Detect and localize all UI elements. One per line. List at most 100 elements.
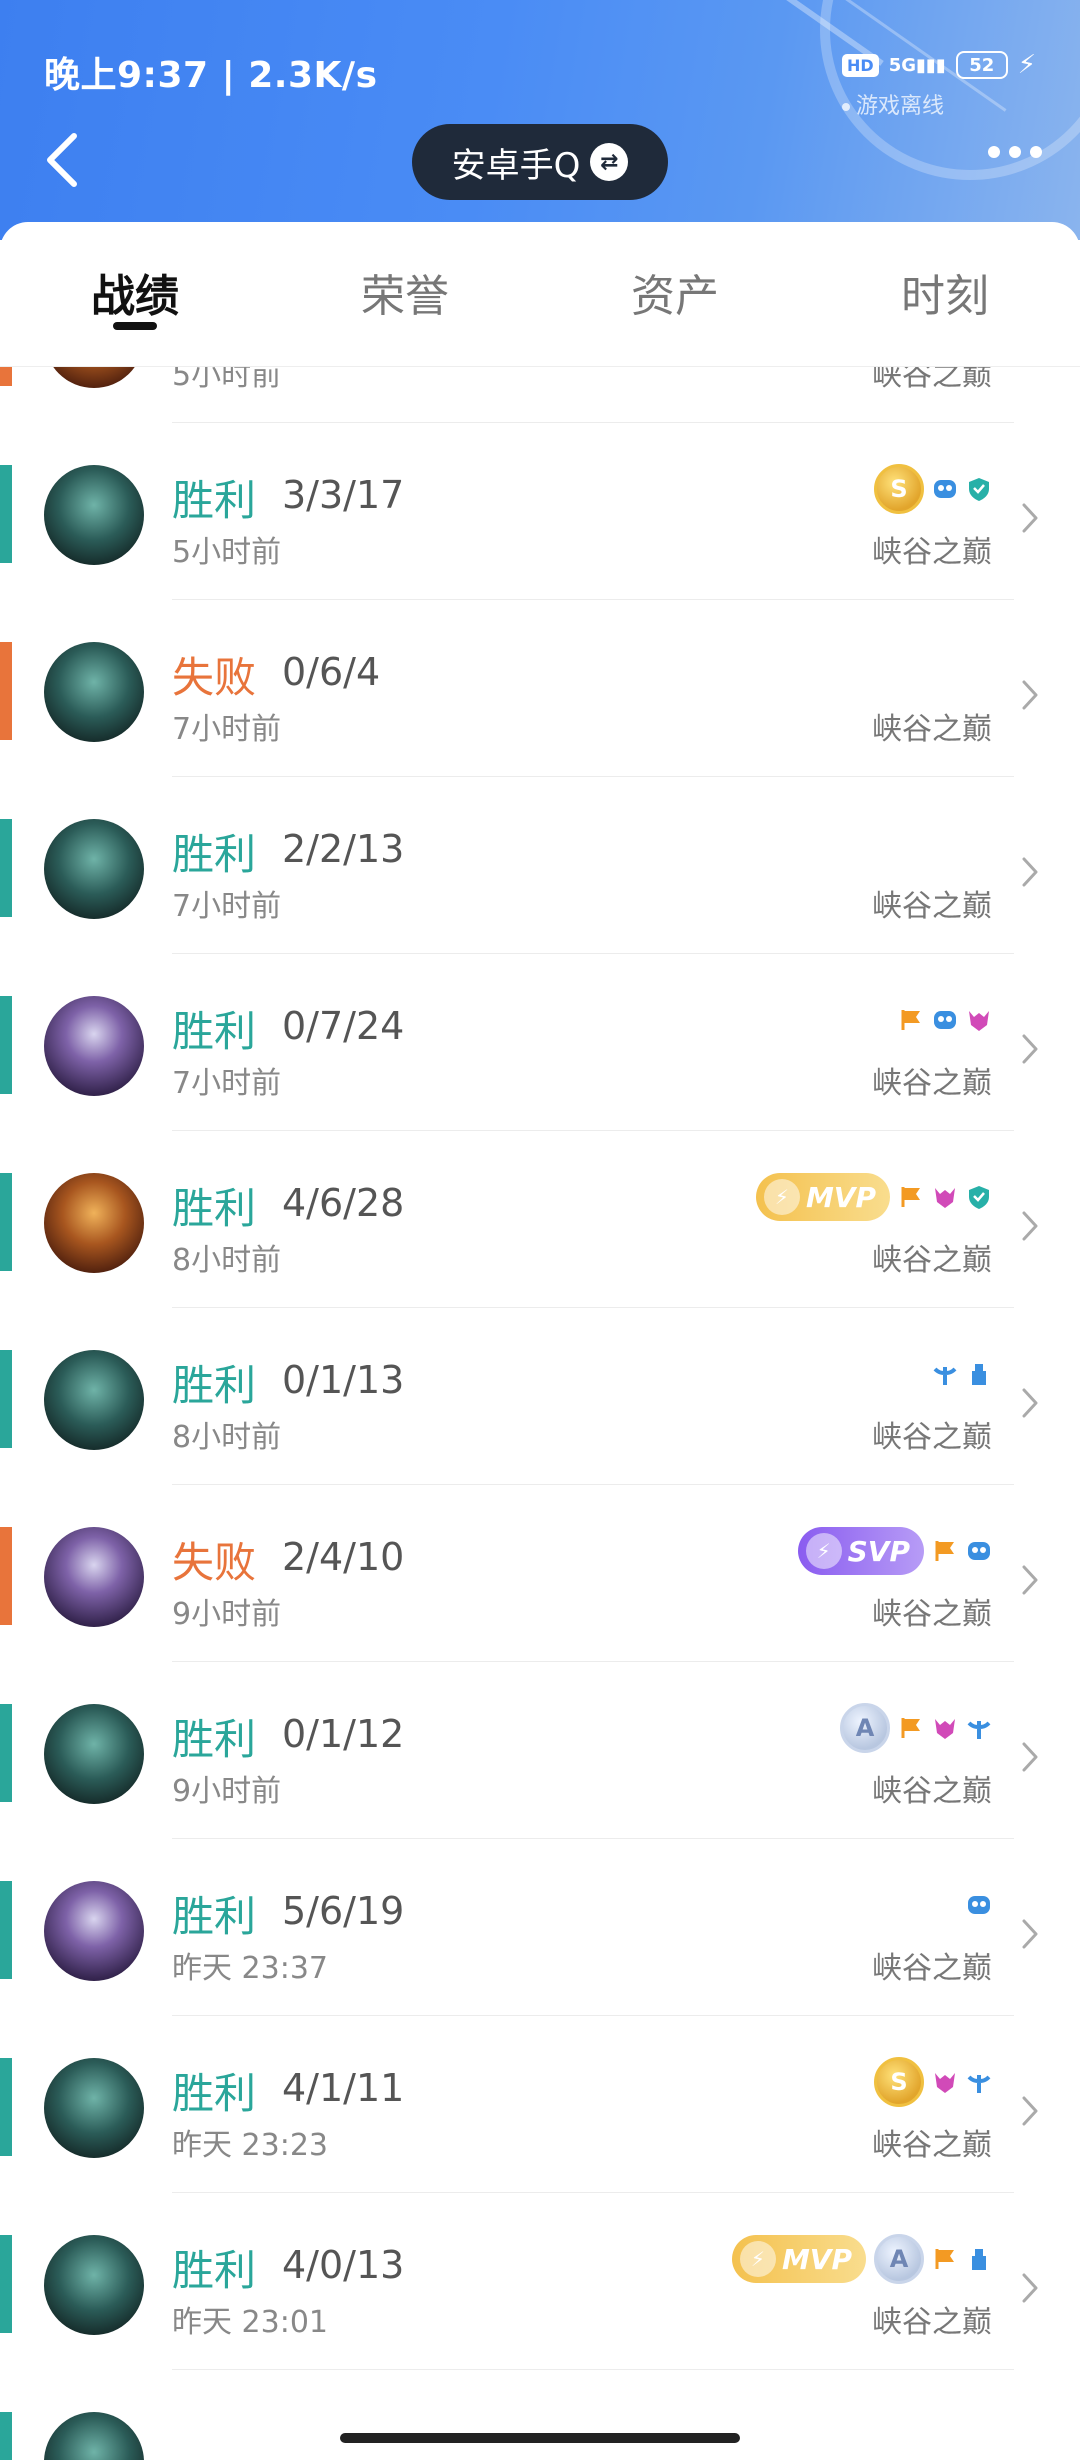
chevron-right-icon <box>1022 2096 1038 2126</box>
chevron-right-icon <box>1022 857 1038 887</box>
hero-avatar <box>44 1527 144 1627</box>
match-badges: ⚡ MVP A <box>731 2229 992 2289</box>
top-header: 晚上9:37 | 2.3K/s HD 5G▮▮▮ 52 ⚡ 游戏离线 安卓手Q … <box>0 0 1080 240</box>
match-time: 昨天 23:01 <box>172 2305 328 2340</box>
account-label: 安卓手Q <box>451 145 581 186</box>
home-indicator[interactable] <box>340 2433 740 2443</box>
match-result: 胜利 <box>172 1007 257 1056</box>
bird-blue-icon <box>967 1721 991 1739</box>
more-dot-icon <box>1030 146 1042 158</box>
result-sidebar <box>0 642 12 740</box>
back-arrow-icon <box>47 133 77 187</box>
chevron-right-icon <box>1022 1919 1038 1949</box>
match-badges: S <box>874 459 992 519</box>
match-list[interactable]: 5小时前 峡谷之巅 胜利 3/3/17 5小时前 S 峡谷之巅 失败 0/6/4 7小时前 峡谷之巅… <box>0 367 1080 2460</box>
result-sidebar <box>0 2058 12 2156</box>
match-kda: 3/3/17 <box>282 473 405 517</box>
match-mode: 峡谷之巅 <box>872 1066 992 1101</box>
result-sidebar <box>0 819 12 917</box>
match-mode: 峡谷之巅 <box>872 2128 992 2163</box>
tab-assets[interactable]: 资产 <box>540 222 810 366</box>
star-icon: ⚡ <box>739 2241 776 2277</box>
match-kda: 4/1/11 <box>282 2066 405 2110</box>
flag-orange-icon <box>901 1010 920 1030</box>
tab-record[interactable]: 战绩 <box>0 222 270 366</box>
match-mode: 峡谷之巅 <box>872 367 992 393</box>
demon-pink-icon <box>935 1188 955 1208</box>
match-mode: 峡谷之巅 <box>872 1597 992 1632</box>
hero-avatar <box>44 996 144 1096</box>
more-dot-icon <box>1009 146 1021 158</box>
match-badges: ⚡ MVP <box>755 1167 992 1227</box>
match-mode: 峡谷之巅 <box>872 889 992 924</box>
mvp-badge: ⚡ MVP <box>731 2235 866 2283</box>
match-row[interactable]: 胜利 4/1/11 昨天 23:23 S 峡谷之巅 <box>0 2016 1080 2193</box>
match-kda: 4/6/28 <box>282 1181 405 1225</box>
s-medal-icon: S <box>874 2057 924 2107</box>
hero-avatar <box>44 1173 144 1273</box>
match-result: 胜利 <box>172 1184 257 1233</box>
match-result: 胜利 <box>172 1892 257 1941</box>
match-time: 昨天 23:37 <box>172 1951 328 1986</box>
demon-pink-icon <box>935 1719 955 1739</box>
status-icons: HD 5G▮▮▮ 52 ⚡ <box>842 50 1036 80</box>
match-result: 胜利 <box>172 1715 257 1764</box>
hero-avatar <box>44 819 144 919</box>
match-row[interactable]: 失败 2/4/10 9小时前 ⚡ SVP 峡谷之巅 <box>0 1485 1080 1662</box>
match-row[interactable]: 胜利 0/1/13 8小时前 峡谷之巅 <box>0 1308 1080 1485</box>
tab-bar: 战绩 荣誉 资产 时刻 <box>0 222 1080 367</box>
match-kda: 0/7/24 <box>282 1004 405 1048</box>
more-options-button[interactable] <box>988 146 1042 158</box>
match-row[interactable]: 失败 0/6/4 7小时前 峡谷之巅 <box>0 600 1080 777</box>
match-mode: 峡谷之巅 <box>872 1420 992 1455</box>
active-tab-indicator <box>113 322 157 330</box>
match-row[interactable]: 胜利 2/2/13 7小时前 峡谷之巅 <box>0 777 1080 954</box>
bird-blue-icon <box>967 2075 991 2093</box>
demon-pink-icon <box>935 2073 955 2093</box>
hero-avatar <box>44 1881 144 1981</box>
match-time: 8小时前 <box>172 1420 282 1455</box>
svp-badge: ⚡ SVP <box>797 1527 924 1575</box>
match-row[interactable]: 胜利 4/0/13 昨天 23:01 ⚡ MVP A 峡谷之巅 <box>0 2193 1080 2370</box>
chevron-right-icon <box>1022 1211 1038 1241</box>
match-row[interactable]: 胜利 4/6/28 8小时前 ⚡ MVP 峡谷之巅 <box>0 1131 1080 1308</box>
flag-orange-icon <box>935 1541 954 1561</box>
tab-moments[interactable]: 时刻 <box>810 222 1080 366</box>
mask-blue-icon <box>934 480 956 498</box>
match-mode: 峡谷之巅 <box>872 1243 992 1278</box>
match-kda: 0/6/4 <box>282 650 381 694</box>
hero-avatar <box>44 367 144 388</box>
match-row-partial[interactable] <box>0 2370 1080 2460</box>
a-medal-icon: A <box>840 1703 890 1753</box>
flag-orange-icon <box>901 1187 920 1207</box>
match-kda: 5/6/19 <box>282 1889 405 1933</box>
result-sidebar <box>0 2235 12 2333</box>
result-sidebar <box>0 2412 12 2460</box>
match-result: 失败 <box>172 653 257 702</box>
match-time: 8小时前 <box>172 1243 282 1278</box>
battery-icon: 52 <box>955 51 1008 79</box>
match-row[interactable]: 胜利 0/1/12 9小时前 A 峡谷之巅 <box>0 1662 1080 1839</box>
bird-blue-icon <box>933 1367 957 1385</box>
match-row[interactable]: 胜利 3/3/17 5小时前 S 峡谷之巅 <box>0 423 1080 600</box>
chevron-right-icon <box>1022 1388 1038 1418</box>
match-row[interactable]: 胜利 5/6/19 昨天 23:37 峡谷之巅 <box>0 1839 1080 2016</box>
match-result: 胜利 <box>172 2246 257 2295</box>
tab-honor[interactable]: 荣誉 <box>270 222 540 366</box>
hero-avatar <box>44 642 144 742</box>
status-time: 晚上9:37 | 2.3K/s <box>44 55 378 96</box>
flag-orange-icon <box>901 1718 920 1738</box>
flag-orange-icon <box>935 2249 954 2269</box>
hero-avatar <box>44 465 144 565</box>
result-sidebar <box>0 1527 12 1625</box>
mask-blue-icon <box>934 1011 956 1029</box>
offline-status: 游戏离线 <box>841 88 944 120</box>
account-switch-button[interactable]: 安卓手Q ⇄ <box>412 124 668 200</box>
match-badges: A <box>840 1698 992 1758</box>
match-kda: 2/2/13 <box>282 827 405 871</box>
swap-icon: ⇄ <box>590 143 629 181</box>
back-button[interactable] <box>40 130 84 190</box>
match-badges: ⚡ SVP <box>797 1521 992 1581</box>
match-row-partial[interactable]: 5小时前 峡谷之巅 <box>0 367 1080 423</box>
match-row[interactable]: 胜利 0/7/24 7小时前 峡谷之巅 <box>0 954 1080 1131</box>
